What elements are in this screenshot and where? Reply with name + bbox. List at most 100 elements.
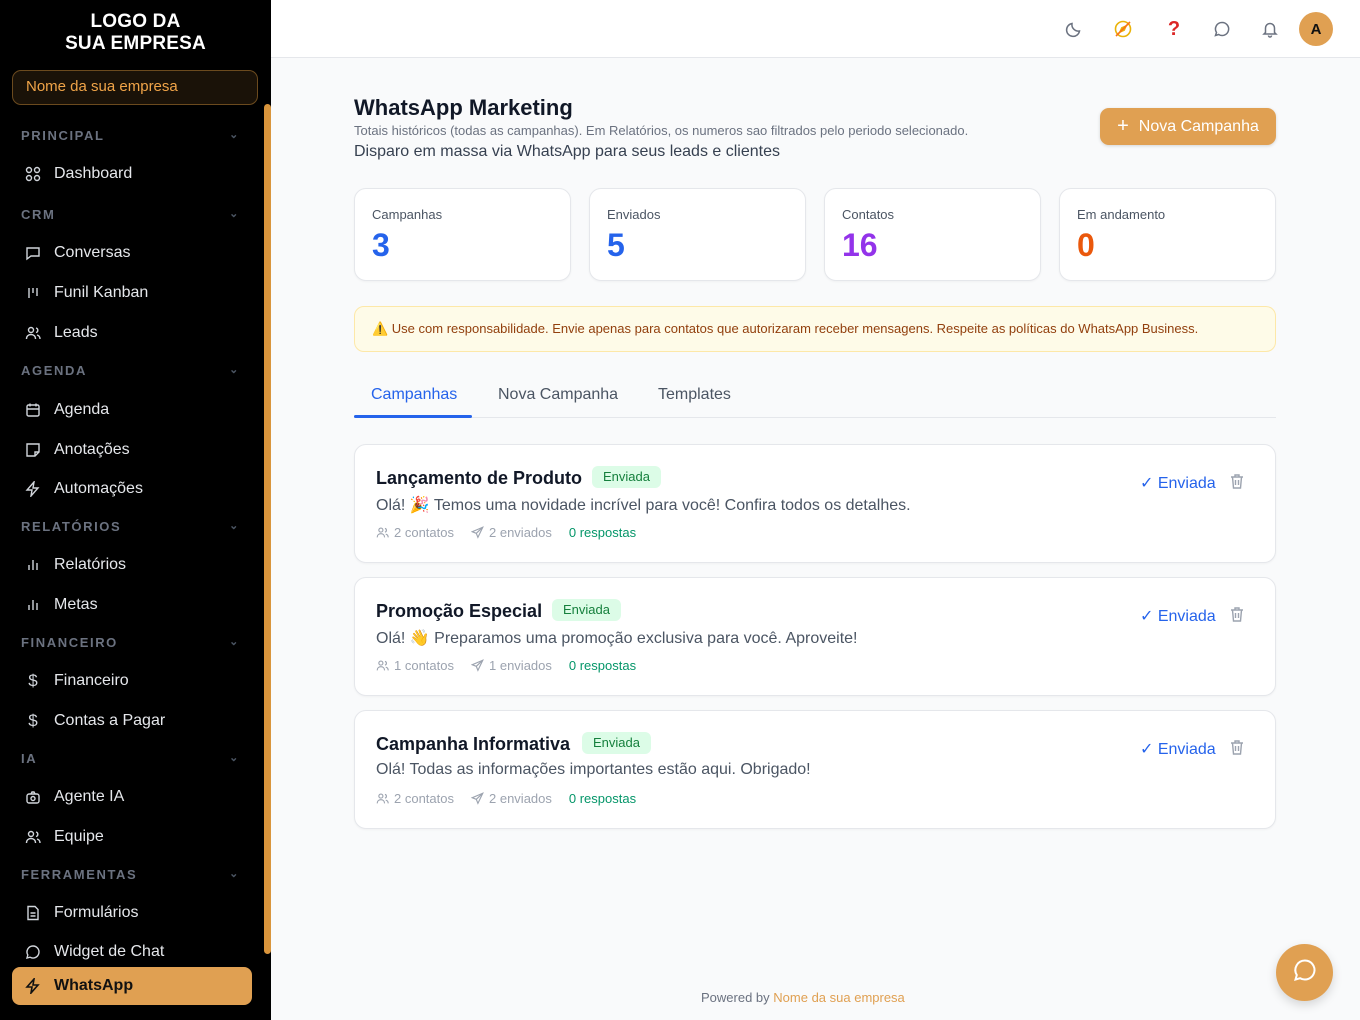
chevron-down-icon: ⌄ (229, 364, 240, 376)
contacts-count: 2 contatos (394, 525, 454, 540)
campaign-card[interactable]: Promoção Especial Enviada Olá! 👋 Prepara… (354, 577, 1276, 696)
meta-sent: 2 enviados (471, 525, 552, 540)
trash-icon[interactable] (1229, 739, 1247, 757)
sidebar-item-conversas[interactable]: Conversas (12, 234, 252, 272)
send-icon (471, 659, 484, 672)
page-footer: Powered by Nome da sua empresa (701, 990, 905, 1005)
sidebar-item-widget-de-chat[interactable]: Widget de Chat (12, 933, 252, 971)
stat-label: Contatos (842, 207, 895, 222)
page-title: WhatsApp Marketing (354, 95, 573, 120)
sidebar-item-relatorios[interactable]: Relatórios (12, 546, 252, 584)
campaign-card[interactable]: Campanha Informativa Enviada Olá! Todas … (354, 710, 1276, 829)
section-relatorios[interactable]: RELATÓRIOS ⌄ (21, 519, 240, 539)
sent-count: 1 enviados (489, 658, 552, 673)
users-icon (24, 828, 42, 846)
campaign-title: Promoção Especial (376, 601, 543, 621)
section-label: IA (21, 751, 38, 766)
section-crm[interactable]: CRM ⌄ (21, 207, 240, 227)
sidebar-scrollbar[interactable] (264, 104, 271, 954)
sidebar-item-anotacoes[interactable]: Anotações (12, 431, 252, 469)
tab-templates[interactable]: Templates (658, 386, 731, 404)
sidebar-item-funil-kanban[interactable]: Funil Kanban (12, 274, 252, 312)
logo-line-1: LOGO DA (90, 11, 181, 32)
tab-nova-campanha[interactable]: Nova Campanha (498, 386, 618, 404)
chevron-down-icon: ⌄ (229, 868, 240, 880)
sidebar-item-leads[interactable]: Leads (12, 314, 252, 352)
section-label: FINANCEIRO (21, 635, 118, 650)
sidebar-item-label: Relatórios (54, 556, 127, 573)
sidebar-item-dashboard[interactable]: Dashboard (12, 155, 252, 193)
sent-count: 2 enviados (489, 525, 552, 540)
sidebar-item-label: Contas a Pagar (54, 712, 166, 729)
meta-contacts: 2 contatos (376, 525, 454, 540)
top-header: ? A (271, 0, 1360, 58)
trash-icon[interactable] (1229, 606, 1247, 624)
tab-campanhas[interactable]: Campanhas (371, 386, 457, 404)
sidebar: LOGO DA SUA EMPRESA Nome da sua empresa … (0, 0, 271, 1020)
section-principal[interactable]: PRINCIPAL ⌄ (21, 128, 240, 148)
sidebar-item-agente-ia[interactable]: Agente IA (12, 778, 252, 816)
help-icon[interactable]: ? (1163, 18, 1185, 40)
compass-icon[interactable] (1112, 18, 1134, 40)
user-avatar[interactable]: A (1299, 12, 1333, 46)
chat-widget-button[interactable] (1276, 944, 1333, 1001)
contacts-count: 2 contatos (394, 791, 454, 806)
active-tab-indicator (354, 415, 472, 418)
section-label: PRINCIPAL (21, 128, 105, 143)
stat-label: Em andamento (1077, 207, 1166, 222)
sidebar-item-metas[interactable]: Metas (12, 586, 252, 624)
section-label: AGENDA (21, 363, 87, 378)
new-campaign-label: Nova Campanha (1138, 117, 1259, 135)
sidebar-item-automacoes[interactable]: Automações (12, 470, 252, 508)
sidebar-item-whatsapp[interactable]: WhatsApp (12, 967, 252, 1005)
message-circle-icon (24, 943, 42, 961)
stat-card-campanhas: Campanhas 3 (354, 188, 571, 281)
grid-icon (24, 165, 42, 183)
chat-icon[interactable] (1211, 18, 1233, 40)
sidebar-item-label: Agenda (54, 401, 110, 418)
campaign-card[interactable]: Lançamento de Produto Enviada Olá! 🎉 Tem… (354, 444, 1276, 563)
users-icon (24, 324, 42, 342)
bell-icon[interactable] (1259, 18, 1281, 40)
main-content: WhatsApp Marketing Totais históricos (to… (271, 58, 1360, 1020)
new-campaign-button[interactable]: + Nova Campanha (1100, 108, 1276, 145)
moon-icon[interactable] (1063, 18, 1085, 40)
chevron-down-icon: ⌄ (229, 129, 240, 141)
page-subtitle: Disparo em massa via WhatsApp para seus … (354, 143, 780, 160)
users-icon (376, 793, 389, 804)
section-label: FERRAMENTAS (21, 867, 138, 882)
sidebar-item-contas-a-pagar[interactable]: $ Contas a Pagar (12, 702, 252, 740)
sidebar-item-equipe[interactable]: Equipe (12, 818, 252, 856)
sidebar-item-label: Financeiro (54, 672, 129, 689)
stat-label: Enviados (607, 207, 661, 222)
footer-brand-link[interactable]: Nome da sua empresa (773, 990, 905, 1005)
chevron-down-icon: ⌄ (229, 208, 240, 220)
users-icon (376, 527, 389, 538)
trash-icon[interactable] (1229, 473, 1247, 491)
send-icon (471, 792, 484, 805)
stat-value: 0 (1077, 227, 1095, 263)
campaign-message: Olá! Todas as informações importantes es… (376, 761, 811, 778)
company-selector[interactable]: Nome da sua empresa (12, 70, 258, 105)
section-agenda[interactable]: AGENDA ⌄ (21, 363, 240, 383)
sidebar-item-financeiro[interactable]: $ Financeiro (12, 662, 252, 700)
campaign-meta: 2 contatos 2 enviados 0 respostas (376, 525, 653, 540)
dollar-icon: $ (28, 671, 38, 690)
warning-banner: ⚠️ Use com responsabilidade. Envie apena… (354, 306, 1276, 352)
section-ia[interactable]: IA ⌄ (21, 751, 240, 771)
section-financeiro[interactable]: FINANCEIRO ⌄ (21, 635, 240, 655)
section-label: CRM (21, 207, 56, 222)
meta-sent: 2 enviados (471, 791, 552, 806)
sidebar-item-label: Automações (54, 480, 143, 497)
chevron-down-icon: ⌄ (229, 636, 240, 648)
sidebar-item-agenda[interactable]: Agenda (12, 391, 252, 429)
sidebar-item-formularios[interactable]: Formulários (12, 894, 252, 932)
chevron-down-icon: ⌄ (229, 520, 240, 532)
stat-card-contatos: Contatos 16 (824, 188, 1041, 281)
section-ferramentas[interactable]: FERRAMENTAS ⌄ (21, 867, 240, 887)
users-icon (376, 660, 389, 671)
stat-card-enviados: Enviados 5 (589, 188, 806, 281)
status-badge: Enviada (552, 599, 621, 621)
status-badge: Enviada (582, 732, 651, 754)
contacts-count: 1 contatos (394, 658, 454, 673)
